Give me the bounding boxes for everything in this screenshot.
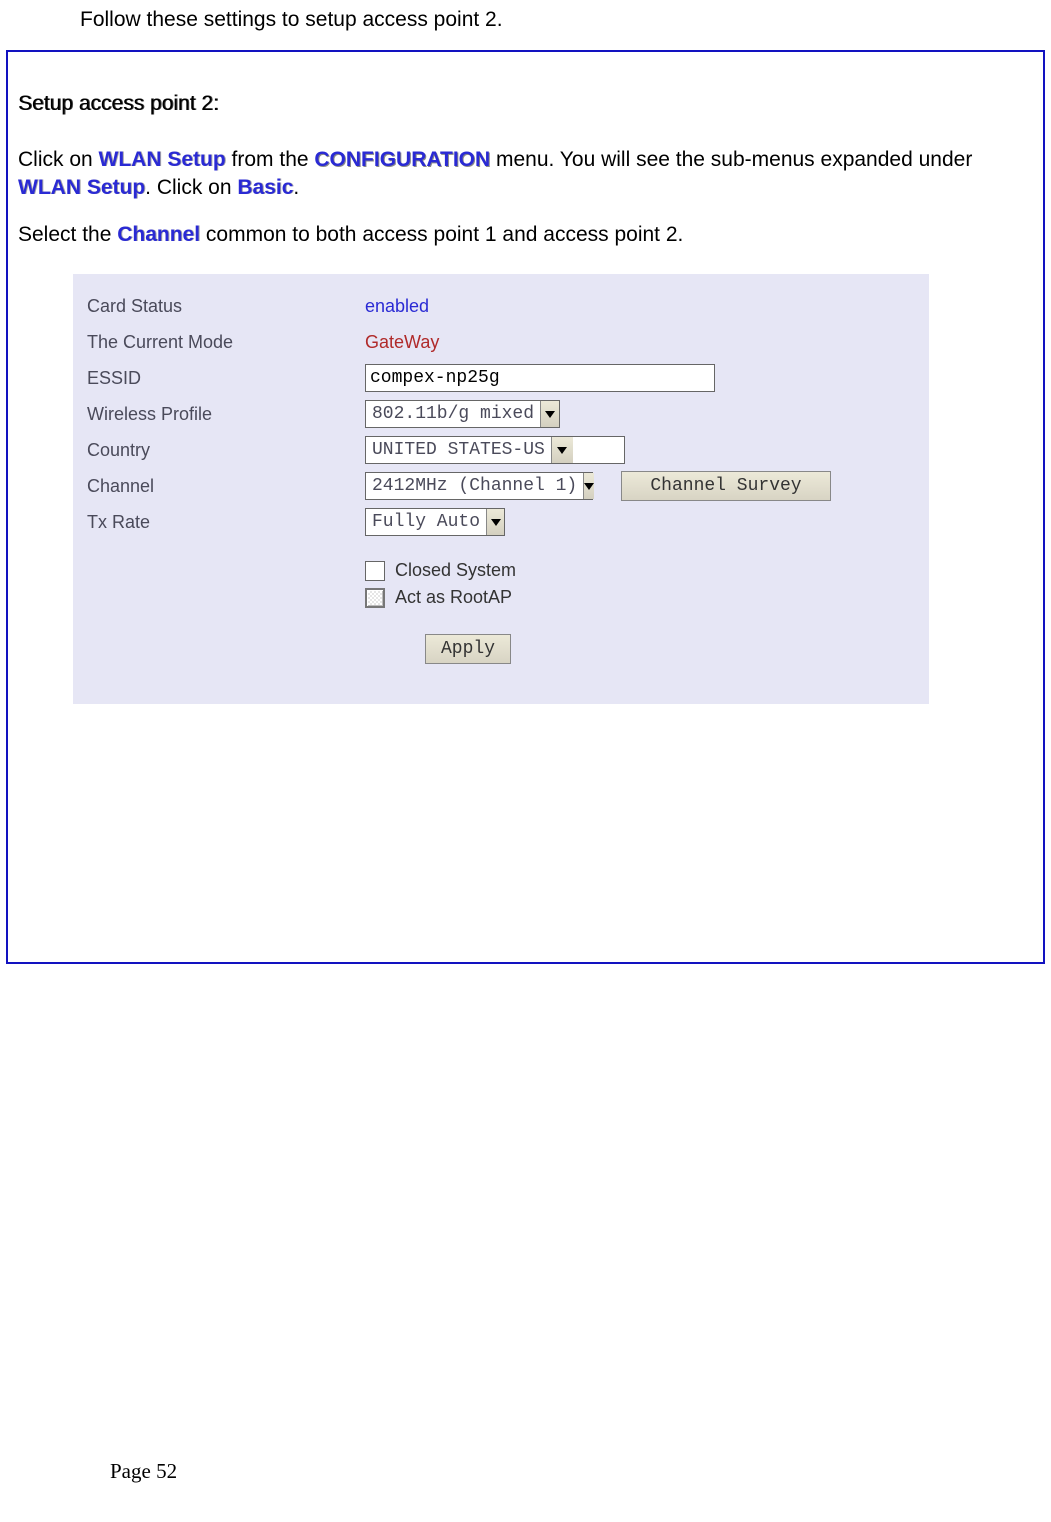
p1-mid2: menu. You will see the sub-menus expande…	[490, 148, 972, 171]
page-number: Page 52	[110, 1459, 177, 1484]
label-current-mode: The Current Mode	[87, 332, 365, 353]
row-current-mode: The Current Mode GateWay	[87, 324, 915, 360]
label-card-status: Card Status	[87, 296, 365, 317]
paragraph-2: Select the Channel common to both access…	[18, 221, 1033, 249]
p1-mid1: from the	[226, 148, 315, 171]
wireless-profile-select[interactable]: 802.11b/g mixed	[365, 400, 560, 428]
keyword-wlan-setup: WLAN Setup	[99, 148, 226, 171]
keyword-channel: Channel	[117, 223, 200, 246]
essid-input[interactable]	[365, 364, 715, 392]
label-country: Country	[87, 440, 365, 461]
txrate-value: Fully Auto	[366, 512, 486, 532]
p1-prefix: Click on	[18, 148, 99, 171]
instruction-box: Setup access point 2: Click on WLAN Setu…	[6, 50, 1045, 964]
channel-value: 2412MHz (Channel 1)	[366, 476, 583, 496]
row-txrate: Tx Rate Fully Auto	[87, 504, 915, 540]
country-value: UNITED STATES-US	[366, 440, 551, 460]
channel-select[interactable]: 2412MHz (Channel 1)	[365, 472, 593, 500]
row-apply: Apply	[425, 634, 915, 664]
chevron-down-icon	[540, 401, 559, 427]
p1-mid3: . Click on	[145, 176, 237, 199]
keyword-configuration: CONFIGURATION	[314, 148, 490, 171]
p2-suffix: common to both access point 1 and access…	[200, 223, 683, 246]
country-select[interactable]: UNITED STATES-US	[365, 436, 625, 464]
label-root-ap: Act as RootAP	[395, 587, 512, 608]
row-closed-system: Closed System	[365, 560, 915, 581]
closed-system-checkbox[interactable]	[365, 561, 385, 581]
value-current-mode: GateWay	[365, 332, 439, 353]
intro-text: Follow these settings to setup access po…	[80, 8, 503, 32]
root-ap-checkbox[interactable]	[365, 588, 385, 608]
apply-button[interactable]: Apply	[425, 634, 511, 664]
row-country: Country UNITED STATES-US	[87, 432, 915, 468]
label-channel: Channel	[87, 476, 365, 497]
p1-suffix: .	[293, 176, 299, 199]
row-wireless-profile: Wireless Profile 802.11b/g mixed	[87, 396, 915, 432]
row-root-ap: Act as RootAP	[365, 587, 915, 608]
box-heading: Setup access point 2:	[18, 92, 1033, 116]
chevron-down-icon	[583, 473, 594, 499]
chevron-down-icon	[551, 437, 573, 463]
label-txrate: Tx Rate	[87, 512, 365, 533]
label-essid: ESSID	[87, 368, 365, 389]
label-closed-system: Closed System	[395, 560, 516, 581]
row-essid: ESSID	[87, 360, 915, 396]
wireless-profile-value: 802.11b/g mixed	[366, 404, 540, 424]
keyword-basic: Basic	[237, 176, 293, 199]
txrate-select[interactable]: Fully Auto	[365, 508, 505, 536]
settings-panel: Card Status enabled The Current Mode Gat…	[73, 274, 929, 704]
paragraph-1: Click on WLAN Setup from the CONFIGURATI…	[18, 146, 1033, 203]
keyword-wlan-setup-2: WLAN Setup	[18, 176, 145, 199]
channel-survey-button[interactable]: Channel Survey	[621, 471, 831, 501]
p2-prefix: Select the	[18, 223, 117, 246]
chevron-down-icon	[486, 509, 504, 535]
label-wireless-profile: Wireless Profile	[87, 404, 365, 425]
row-card-status: Card Status enabled	[87, 288, 915, 324]
row-channel: Channel 2412MHz (Channel 1) Channel Surv…	[87, 468, 915, 504]
value-card-status: enabled	[365, 296, 429, 317]
